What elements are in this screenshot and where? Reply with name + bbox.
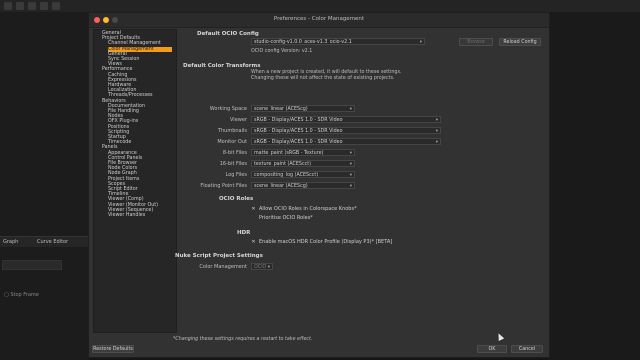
ocio-config-dropdown[interactable]: studio-config-v1.0.0_aces-v1.3_ocio-v2.1… [251, 38, 425, 45]
transform-dropdown[interactable]: scene_linear (ACEScg) ▾ [251, 105, 355, 112]
preferences-tree: General Project Defaults Channel Managemen… [93, 29, 177, 333]
chevron-down-icon: ▾ [435, 140, 438, 145]
cancel-button[interactable]: Cancel [511, 345, 543, 353]
transform-label: Monitor Out [217, 139, 247, 145]
transform-dropdown[interactable]: texture_paint (ACEScct) ▾ [251, 160, 355, 167]
nuke-script-heading: Nuke Script Project Settings [175, 253, 263, 259]
transforms-note: When a new project is created, it will d… [251, 70, 402, 82]
transform-label: Log Files [225, 172, 248, 178]
transform-label: 8-bit Files [222, 150, 247, 156]
chevron-down-icon: ▾ [349, 107, 352, 112]
enable-hdr-checkbox[interactable]: ✕ Enable macOS HDR Color Profile (Display… [251, 239, 392, 245]
toolbar-icon[interactable] [40, 2, 48, 10]
browse-button[interactable]: Browse [459, 38, 493, 46]
toolbar-icon[interactable] [52, 2, 60, 10]
transform-dropdown[interactable]: sRGB - Display/ACES 1.0 - SDR Video ▾ [251, 127, 441, 134]
ocio-config-heading: Default OCIO Config [197, 31, 259, 37]
restart-note: *Changing these settings requires a rest… [173, 337, 313, 342]
background-left-panel [0, 12, 88, 360]
dialog-title: Preferences - Color Management [273, 16, 365, 22]
chevron-down-icon: ▾ [349, 162, 352, 167]
background-stop-frame-checkbox[interactable]: ▢ Stop Frame [4, 292, 39, 298]
dialog-titlebar: Preferences - Color Management [89, 13, 549, 28]
checkbox-checked-icon: ✕ [251, 239, 256, 245]
ok-button[interactable]: OK [477, 345, 507, 353]
toolbar-icon[interactable] [4, 2, 12, 10]
transform-dropdown[interactable]: compositing_log (ACEScct) ▾ [251, 171, 355, 178]
transform-dropdown[interactable]: matte_paint (sRGB - Texture) ▾ [251, 149, 355, 156]
transform-dropdown[interactable]: sRGB - Display/ACES 1.0 - SDR Video ▾ [251, 116, 441, 123]
default-transforms-heading: Default Color Transforms [183, 63, 261, 69]
reload-config-button[interactable]: Reload Config [499, 38, 541, 46]
chevron-down-icon: ▾ [349, 173, 352, 178]
transform-label: Floating Point Files [200, 183, 247, 189]
preferences-dialog: Preferences - Color Management General Pr… [88, 12, 550, 358]
prioritise-ocio-roles-checkbox[interactable]: Prioritise OCIO Roles* [251, 215, 313, 221]
transform-label: Working Space [209, 106, 247, 112]
background-right-panel [548, 12, 640, 360]
chevron-down-icon: ▾ [435, 118, 438, 123]
checkbox-checked-icon: ✕ [251, 206, 256, 212]
ocio-roles-heading: OCIO Roles [219, 196, 254, 202]
tab-graph[interactable]: Graph [3, 239, 18, 245]
toolbar-icon[interactable] [16, 2, 24, 10]
color-management-label: Color Management [199, 264, 247, 270]
color-management-dropdown[interactable]: OCIO ▾ [251, 263, 273, 270]
tree-item[interactable]: Viewer Handles [108, 213, 172, 218]
tab-curve-editor[interactable]: Curve Editor [37, 239, 68, 245]
hdr-heading: HDR [237, 230, 251, 236]
transform-dropdown[interactable]: sRGB - Display/ACES 1.0 - SDR Video ▾ [251, 138, 441, 145]
transform-label: Thumbnails [217, 128, 247, 134]
allow-ocio-roles-checkbox[interactable]: ✕ Allow OCIO Roles in Colorspace Knobs* [251, 206, 356, 212]
transform-label: 16-bit Files [219, 161, 247, 167]
color-management-panel: Default OCIO Config studio-config-v1.0.0… [175, 29, 545, 331]
transform-dropdown[interactable]: scene_linear (ACEScg) ▾ [251, 182, 355, 189]
transform-label: Viewer [230, 117, 247, 123]
background-dropdown[interactable] [2, 260, 62, 270]
chevron-down-icon: ▾ [349, 151, 352, 156]
toolbar-icon[interactable] [28, 2, 36, 10]
chevron-down-icon: ▾ [349, 184, 352, 189]
background-tab-bar: Graph Curve Editor [0, 236, 88, 247]
chevron-down-icon: ▾ [435, 129, 438, 134]
restore-defaults-button[interactable]: Restore Defaults [92, 345, 134, 353]
ocio-version-text: OCIO config Version: v2.1 [251, 49, 313, 54]
